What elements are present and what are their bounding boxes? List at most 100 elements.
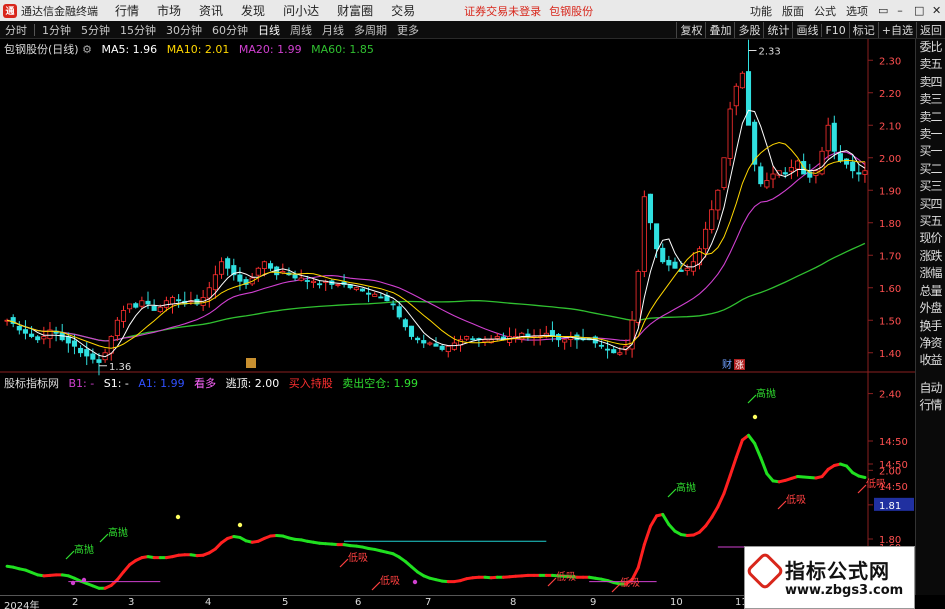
login-warning[interactable]: 证券交易未登录 <box>464 3 541 19</box>
quote-panel-item[interactable]: 买四 <box>916 196 945 213</box>
quote-panel-item[interactable]: 自动 <box>916 380 945 397</box>
quote-panel-item[interactable]: 买三 <box>916 178 945 195</box>
candle-body <box>739 72 745 89</box>
low-buy-note-arrow <box>857 484 867 494</box>
high-run-note: 高抛 <box>676 481 696 494</box>
quote-panel-item[interactable]: 总量 <box>916 283 945 300</box>
candle-body <box>641 196 647 272</box>
menu-wealth[interactable]: 财富圈 <box>328 2 382 19</box>
candle-body <box>605 348 611 351</box>
tool-f10[interactable]: F10 <box>821 23 848 37</box>
period-multi[interactable]: 多周期 <box>349 22 392 38</box>
maximize-icon[interactable]: □ <box>909 4 927 17</box>
tool-add-watchlist[interactable]: +自选 <box>877 22 916 38</box>
quote-panel-item[interactable]: 买二 <box>916 161 945 178</box>
quote-panel-item[interactable]: 收益 <box>916 352 945 369</box>
menu-function[interactable]: 功能 <box>745 3 777 19</box>
kline-chart[interactable]: 高抛高抛高抛低吸低吸 低吸低吸低吸低吸高抛 2.302.202.102.001.9… <box>0 39 915 595</box>
tool-back[interactable]: 返回 <box>916 22 945 38</box>
b1-label: B1: - <box>68 377 95 390</box>
buy-hold-label: 买入持股 <box>288 377 333 390</box>
watermark-title: 指标公式网 <box>785 559 890 583</box>
quote-panel-item[interactable]: 卖四 <box>916 74 945 91</box>
candle-body <box>439 345 445 350</box>
tool-draw[interactable]: 画线 <box>792 22 821 38</box>
menu-formula[interactable]: 公式 <box>809 3 841 19</box>
period-monthly[interactable]: 月线 <box>317 22 349 38</box>
candle-body <box>218 261 225 275</box>
current-stock-name: 包钢股份 <box>549 4 594 18</box>
menu-layout[interactable]: 版面 <box>777 3 809 19</box>
period-intraday[interactable]: 分时 <box>0 22 32 38</box>
menu-quotes[interactable]: 行情 <box>106 2 148 19</box>
quote-panel-item[interactable]: 卖二 <box>916 109 945 126</box>
quote-panel-item[interactable]: 净资 <box>916 335 945 352</box>
quote-panel-item[interactable]: 现价 <box>916 230 945 247</box>
ind-tick-label: 14:50 <box>879 437 908 448</box>
period-5min[interactable]: 5分钟 <box>76 22 115 38</box>
quote-panel-item[interactable]: 涨幅 <box>916 265 945 282</box>
menu-trade[interactable]: 交易 <box>382 2 424 19</box>
toolbar-divider <box>34 23 35 36</box>
menu-ask[interactable]: 问小达 <box>274 2 328 19</box>
candle-body <box>84 349 90 357</box>
s1-label: S1: - <box>103 377 129 390</box>
period-15min[interactable]: 15分钟 <box>115 22 161 38</box>
chart-title[interactable]: 包钢股份(日线) <box>4 43 79 56</box>
menu-options[interactable]: 选项 <box>841 3 873 19</box>
menu-news[interactable]: 资讯 <box>190 2 232 19</box>
period-1min[interactable]: 1分钟 <box>37 22 76 38</box>
date-tick: 5 <box>282 597 289 608</box>
quote-panel-item[interactable]: 换手 <box>916 318 945 335</box>
tool-stats[interactable]: 统计 <box>763 22 792 38</box>
candle-body <box>408 325 415 337</box>
candle-body <box>709 209 715 230</box>
restore-window-icon[interactable]: ▭ <box>873 4 891 17</box>
quote-panel-item[interactable]: 外盘 <box>916 300 945 317</box>
candle-body <box>22 329 28 334</box>
candle-body <box>482 339 488 343</box>
candle-body <box>415 337 421 341</box>
menu-discover[interactable]: 发现 <box>232 2 274 19</box>
quote-panel-item[interactable]: 涨跌 <box>916 248 945 265</box>
signal-dot <box>752 414 758 420</box>
indicator-segment <box>642 524 652 547</box>
candle-body <box>635 271 641 323</box>
quote-panel-item[interactable]: 卖五 <box>916 56 945 73</box>
minimize-icon[interactable]: – <box>891 4 909 17</box>
quote-panel-item[interactable]: 行情 <box>916 397 945 414</box>
period-30min[interactable]: 30分钟 <box>161 22 207 38</box>
menu-market[interactable]: 市场 <box>148 2 190 19</box>
indicator-segment <box>857 474 867 480</box>
ma5-label: MA5: 1.96 <box>101 43 158 56</box>
quote-panel-item[interactable]: 买五 <box>916 213 945 230</box>
indicator-title[interactable]: 股标指标网 <box>4 377 59 390</box>
quote-panel-item[interactable]: 卖三 <box>916 91 945 108</box>
ma5-polyline <box>6 109 866 358</box>
legend-toggle-icon[interactable]: ⚙ <box>82 43 92 56</box>
period-daily[interactable]: 日线 <box>253 22 285 38</box>
candle-body <box>402 319 408 328</box>
close-icon[interactable]: ✕ <box>927 4 945 17</box>
period-60min[interactable]: 60分钟 <box>207 22 253 38</box>
quote-panel-item[interactable] <box>916 370 945 380</box>
quote-panel-item[interactable]: 委比 <box>916 39 945 56</box>
candle-body <box>157 306 163 313</box>
low-buy-note-arrow <box>547 577 557 587</box>
quote-panel-item[interactable]: 买一 <box>916 143 945 160</box>
high-run-tiny-note-arrow <box>747 394 757 404</box>
tool-adjust[interactable]: 复权 <box>676 22 705 38</box>
ma10-line <box>6 141 865 349</box>
high-run-note: 高抛 <box>108 526 128 539</box>
candle-body <box>29 333 35 337</box>
quote-panel-item[interactable]: 卖一 <box>916 126 945 143</box>
candle-body <box>862 170 868 175</box>
tool-multi-stock[interactable]: 多股 <box>734 22 763 38</box>
low-buy-note-arrow <box>611 583 621 593</box>
price-tick-label: 1.50 <box>879 316 901 327</box>
period-weekly[interactable]: 周线 <box>285 22 317 38</box>
period-more[interactable]: 更多 <box>392 22 424 38</box>
candle-body <box>255 267 261 276</box>
tool-overlay[interactable]: 叠加 <box>705 22 734 38</box>
tool-mark[interactable]: 标记 <box>848 22 878 38</box>
